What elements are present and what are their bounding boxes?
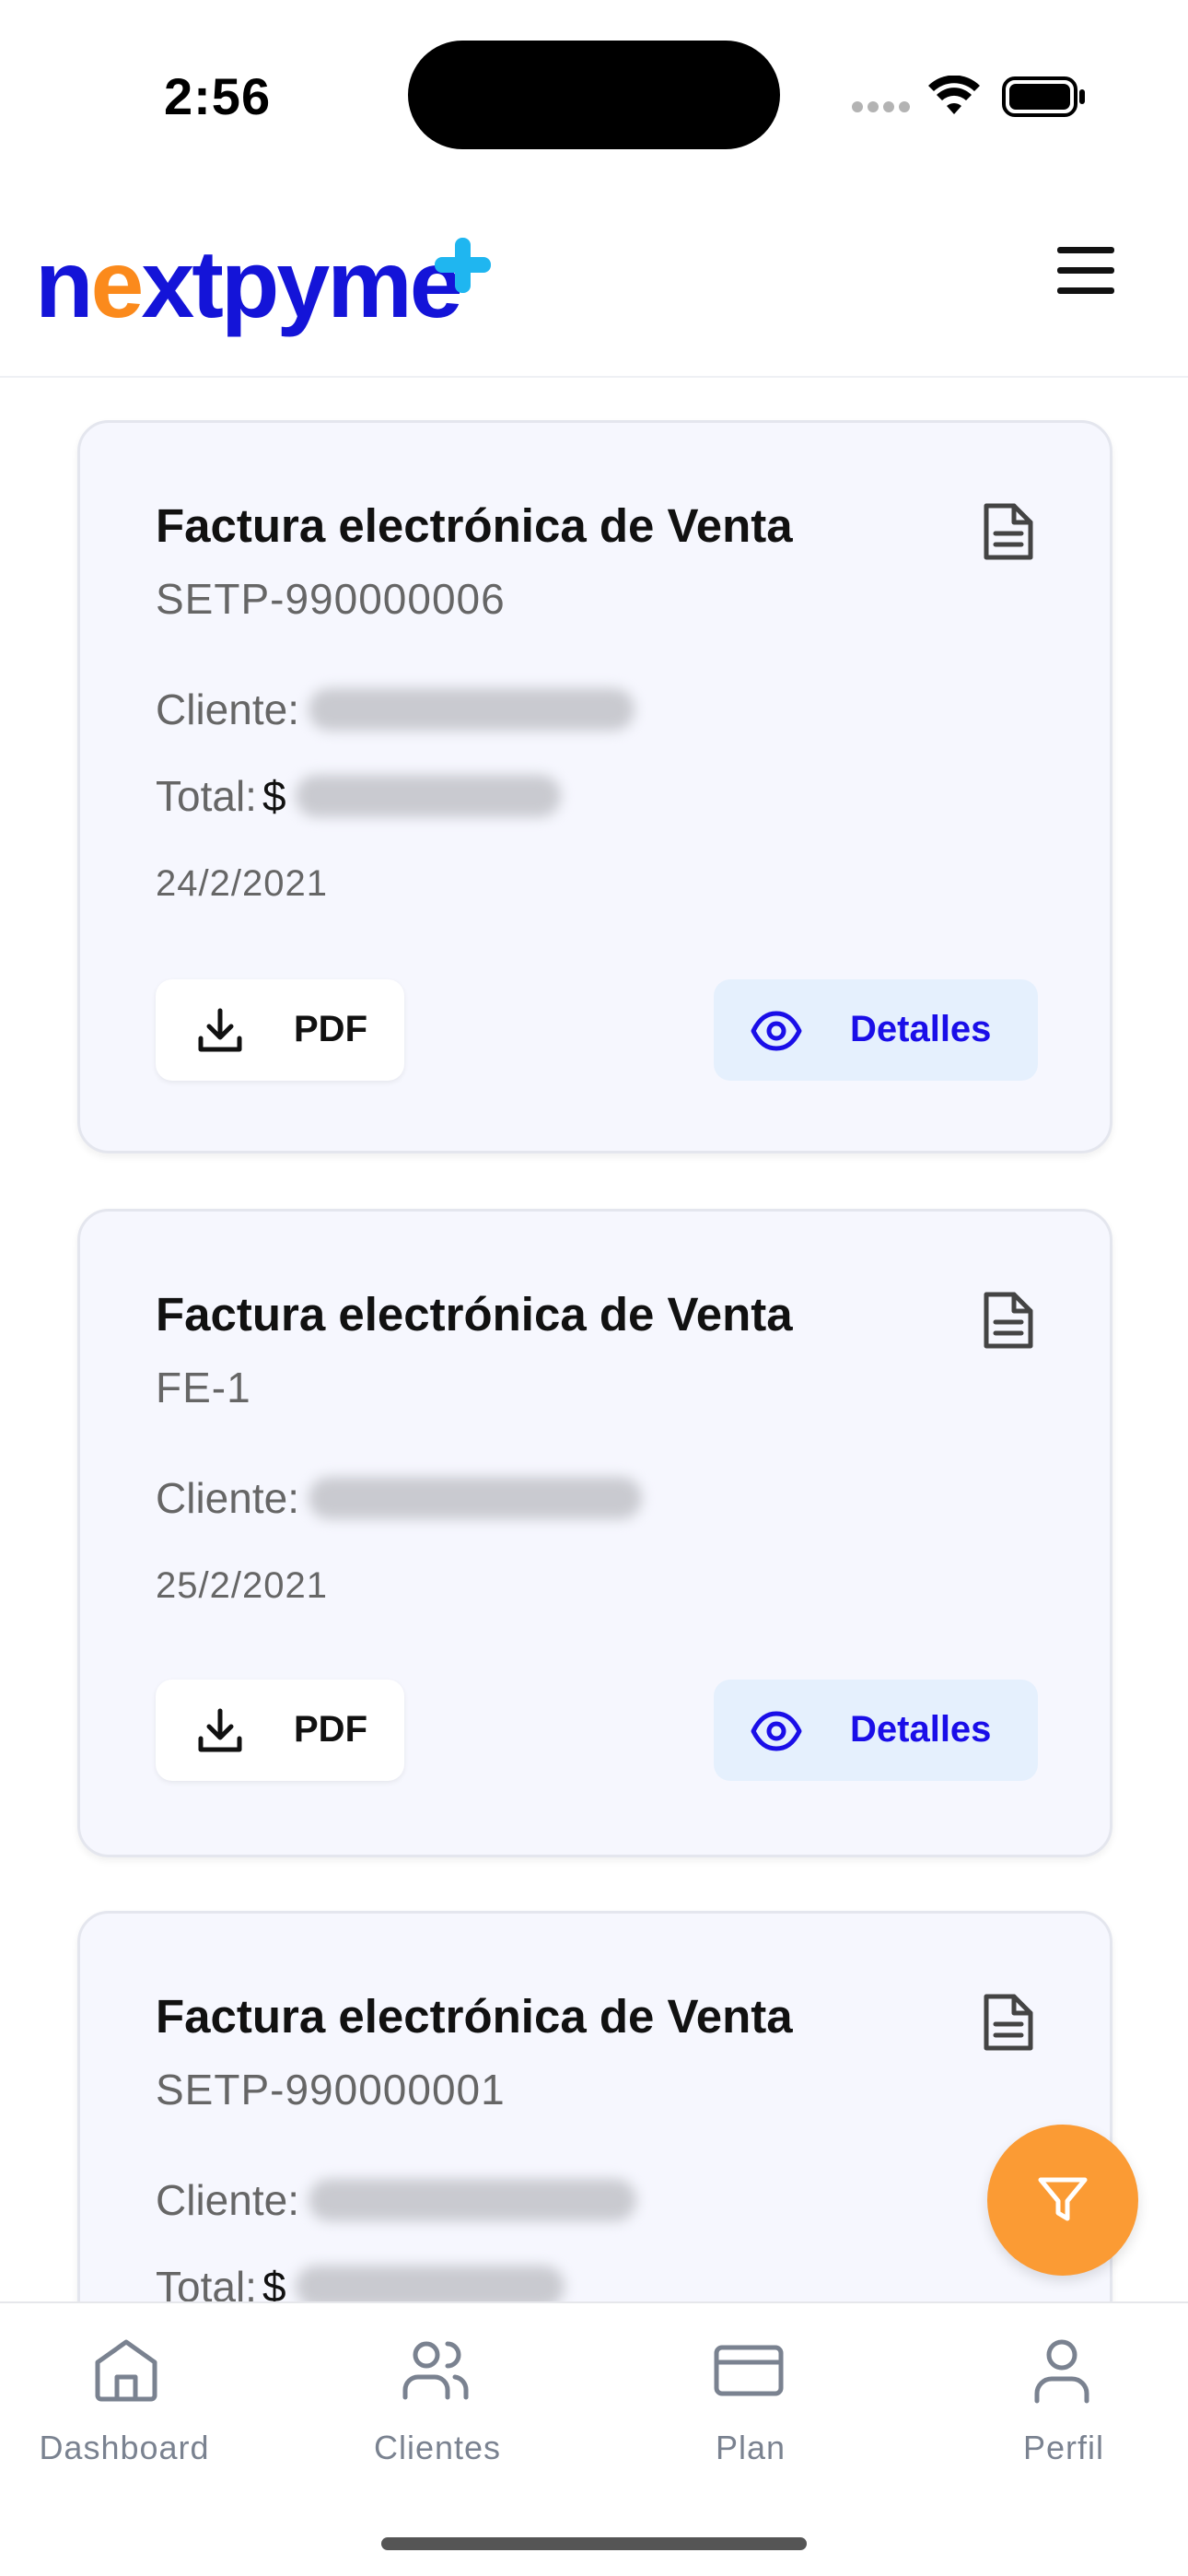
- details-button[interactable]: Detalles: [714, 1680, 1038, 1781]
- invoice-title: Factura electrónica de Venta: [156, 499, 793, 552]
- total-label: Total:: [156, 772, 257, 820]
- status-bar: 2:56: [0, 0, 1188, 193]
- document-icon: [984, 1994, 1033, 2051]
- status-time: 2:56: [164, 67, 272, 125]
- wifi-icon: [928, 76, 980, 114]
- total-label: Total:: [156, 2263, 257, 2301]
- nav-item-dashboard[interactable]: Dashboard: [0, 2303, 297, 2488]
- nav-item-perfil[interactable]: Perfil: [891, 2303, 1188, 2488]
- pdf-button-label: PDF: [294, 1709, 367, 1750]
- invoice-title: Factura electrónica de Venta: [156, 1288, 793, 1341]
- client-label: Cliente:: [156, 1474, 299, 1522]
- user-icon: [1034, 2339, 1089, 2404]
- battery-icon: [1002, 76, 1085, 117]
- redacted-client-name: [308, 687, 635, 731]
- dynamic-island: [408, 41, 780, 149]
- nextpyme-logo: nextpyme: [35, 231, 491, 338]
- nav-item-clientes[interactable]: Clientes: [289, 2303, 586, 2488]
- details-button-label: Detalles: [850, 1009, 992, 1049]
- nav-label-clientes: Clientes: [373, 2429, 502, 2466]
- credit-card-icon: [714, 2345, 784, 2396]
- invoice-number: FE-1: [156, 1364, 251, 1411]
- nav-item-plan[interactable]: Plan: [602, 2303, 899, 2488]
- document-icon: [984, 1292, 1033, 1349]
- client-label: Cliente:: [156, 685, 299, 733]
- pdf-button-label: PDF: [294, 1009, 367, 1049]
- invoice-card: Factura electrónica de Venta FE-1 Client…: [77, 1209, 1112, 1857]
- client-label: Cliente:: [156, 2176, 299, 2224]
- filter-icon: [1038, 2177, 1088, 2221]
- eye-icon: [751, 1011, 802, 1051]
- document-icon: [984, 503, 1033, 560]
- cellular-signal-icon: [852, 101, 911, 114]
- invoice-date: 25/2/2021: [156, 1565, 328, 1606]
- nav-label-plan: Plan: [715, 2429, 786, 2466]
- redacted-client-name: [308, 1476, 642, 1519]
- invoice-title: Factura electrónica de Venta: [156, 1990, 793, 2043]
- hamburger-menu-icon[interactable]: [1050, 234, 1124, 308]
- redacted-total-amount: [295, 2265, 565, 2301]
- nav-label-perfil: Perfil: [1022, 2429, 1105, 2466]
- eye-icon: [751, 1711, 802, 1751]
- pdf-download-button[interactable]: PDF: [156, 1680, 404, 1781]
- invoice-client: Cliente:: [156, 2175, 636, 2225]
- redacted-total-amount: [295, 774, 561, 817]
- home-indicator: [381, 2537, 807, 2550]
- users-icon: [402, 2341, 469, 2400]
- details-button[interactable]: Detalles: [714, 979, 1038, 1081]
- filter-button[interactable]: [987, 2125, 1138, 2276]
- details-button-label: Detalles: [850, 1709, 992, 1750]
- pdf-download-button[interactable]: PDF: [156, 979, 404, 1081]
- home-icon: [95, 2339, 157, 2402]
- download-icon: [198, 1008, 242, 1052]
- currency-symbol: $: [262, 772, 286, 820]
- currency-symbol: $: [262, 2263, 286, 2301]
- invoice-client: Cliente:: [156, 685, 635, 734]
- invoice-card: Factura electrónica de Venta SETP-990000…: [77, 1911, 1112, 2301]
- bottom-navigation: Dashboard Clientes Plan Perfil: [0, 2301, 1188, 2576]
- invoice-client: Cliente:: [156, 1473, 642, 1523]
- invoice-total: Total: $: [156, 771, 561, 821]
- invoice-card: Factura electrónica de Venta SETP-990000…: [77, 420, 1112, 1153]
- invoice-date: 24/2/2021: [156, 863, 328, 904]
- svg-text:nextpyme: nextpyme: [35, 231, 460, 338]
- invoice-list[interactable]: Factura electrónica de Venta SETP-990000…: [0, 380, 1188, 2301]
- invoice-number: SETP-990000001: [156, 2066, 506, 2113]
- redacted-client-name: [308, 2178, 636, 2221]
- invoice-number: SETP-990000006: [156, 575, 506, 623]
- nav-label-dashboard: Dashboard: [39, 2429, 210, 2466]
- download-icon: [198, 1708, 242, 1752]
- invoice-total: Total: $: [156, 2262, 565, 2301]
- app-header: nextpyme: [0, 193, 1188, 378]
